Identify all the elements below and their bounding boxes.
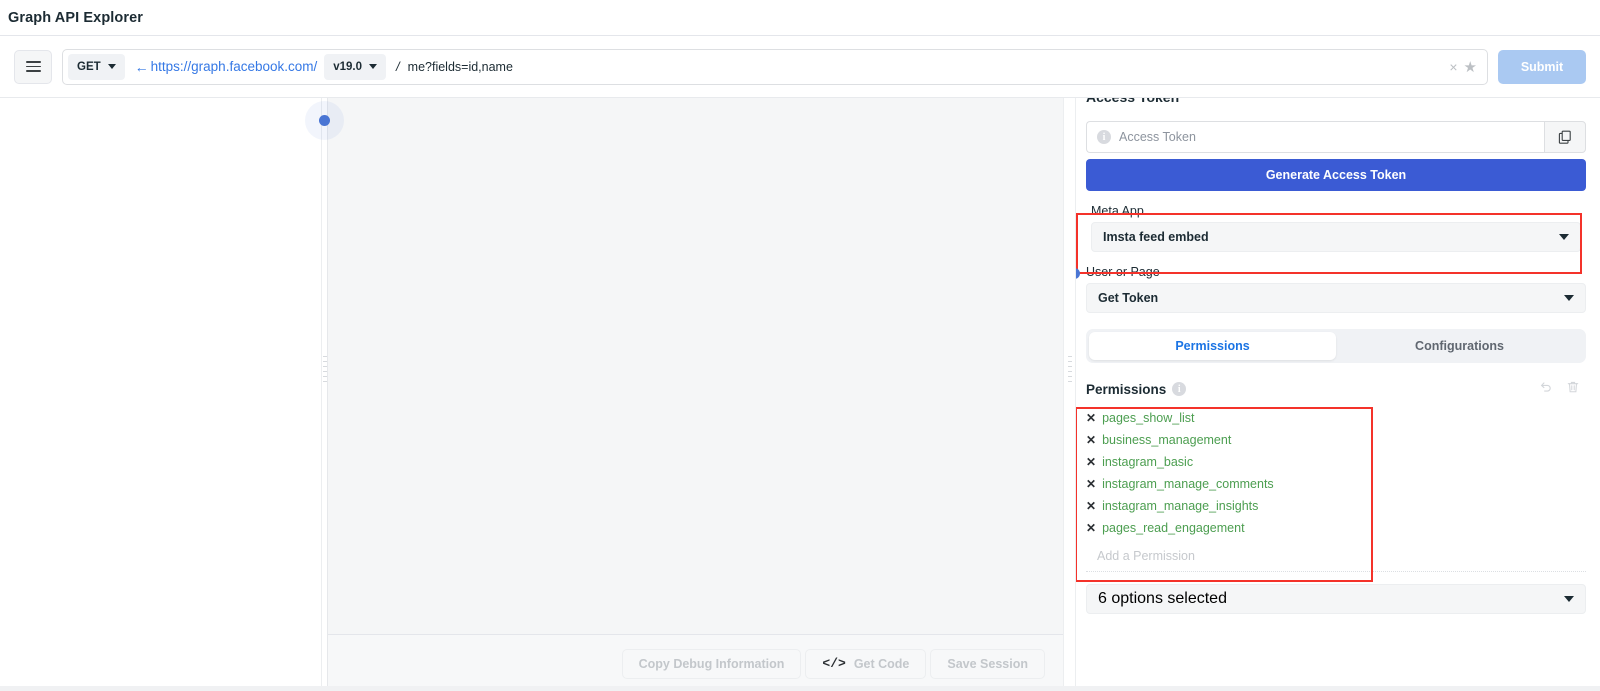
- star-icon[interactable]: ★: [1464, 58, 1483, 76]
- main-body: Copy Debug Information </> Get Code Save…: [0, 98, 1600, 691]
- list-item[interactable]: ✕ instagram_manage_comments: [1086, 473, 1586, 495]
- permission-name: instagram_basic: [1102, 455, 1194, 469]
- meta-app-value: Imsta feed embed: [1103, 230, 1209, 244]
- permission-name: business_management: [1102, 433, 1232, 447]
- remove-permission-icon[interactable]: ✕: [1086, 456, 1096, 468]
- http-method-select[interactable]: GET: [68, 53, 125, 80]
- hamburger-icon[interactable]: [14, 49, 52, 84]
- remove-permission-icon[interactable]: ✕: [1086, 412, 1096, 424]
- submit-button[interactable]: Submit: [1498, 49, 1586, 84]
- response-panel: Copy Debug Information </> Get Code Save…: [328, 98, 1064, 691]
- copy-icon[interactable]: [1544, 121, 1586, 153]
- response-body: [328, 98, 1063, 634]
- options-selected-value: 6 options selected: [1098, 590, 1227, 607]
- http-method-value: GET: [77, 60, 101, 73]
- bottom-strip: [0, 686, 1600, 691]
- settings-tabs: Permissions Configurations: [1086, 329, 1586, 363]
- user-or-page-label: User or Page: [1086, 265, 1160, 279]
- list-item[interactable]: ✕ business_management: [1086, 429, 1586, 451]
- meta-app-label: Meta App: [1091, 204, 1144, 218]
- resize-grip-icon: [1068, 356, 1072, 382]
- info-icon: i: [1097, 130, 1111, 144]
- permissions-title-label: Permissions: [1086, 381, 1167, 397]
- remove-permission-icon[interactable]: ✕: [1086, 434, 1096, 446]
- permission-name: pages_read_engagement: [1102, 521, 1245, 535]
- chevron-down-icon: [1564, 596, 1574, 602]
- page-title: Graph API Explorer: [8, 9, 144, 26]
- get-code-button[interactable]: </> Get Code: [805, 648, 927, 679]
- options-selected-select[interactable]: 6 options selected: [1086, 584, 1586, 614]
- remove-permission-icon[interactable]: ✕: [1086, 522, 1096, 534]
- cursor-indicator-meta-app: [1076, 268, 1080, 279]
- permissions-title: Permissions i: [1086, 381, 1187, 397]
- access-token-row: i: [1086, 121, 1586, 153]
- query-bar: GET ← https://graph.facebook.com/ v19.0 …: [0, 36, 1600, 98]
- chevron-down-icon: [369, 64, 378, 69]
- chevron-down-icon: [1559, 234, 1569, 240]
- permission-name: instagram_manage_insights: [1102, 499, 1259, 513]
- api-version-select[interactable]: v19.0: [324, 53, 387, 80]
- query-path-input[interactable]: [407, 59, 1444, 74]
- chevron-down-icon: [107, 64, 116, 69]
- save-session-button[interactable]: Save Session: [930, 648, 1045, 679]
- permission-name: instagram_manage_comments: [1102, 477, 1274, 491]
- access-token-heading: Access Token: [1086, 98, 1586, 111]
- undo-icon[interactable]: [1539, 380, 1553, 399]
- tab-permissions[interactable]: Permissions: [1089, 332, 1336, 360]
- tab-configurations[interactable]: Configurations: [1336, 332, 1583, 360]
- remove-permission-icon[interactable]: ✕: [1086, 500, 1096, 512]
- permission-name: pages_show_list: [1102, 411, 1195, 425]
- settings-panel: Access Token i Generate Access Token Met…: [1064, 98, 1600, 691]
- settings-content: Access Token i Generate Access Token Met…: [1076, 98, 1600, 691]
- permissions-header: Permissions i: [1086, 379, 1586, 399]
- list-item[interactable]: ✕ instagram_manage_insights: [1086, 495, 1586, 517]
- chevron-down-icon: [1564, 295, 1574, 301]
- api-version-value: v19.0: [333, 60, 363, 73]
- get-code-label: Get Code: [853, 656, 910, 671]
- response-toolbar: Copy Debug Information </> Get Code Save…: [328, 634, 1063, 691]
- trash-icon[interactable]: [1566, 380, 1580, 399]
- list-item[interactable]: ✕ instagram_basic: [1086, 451, 1586, 473]
- code-icon: </>: [822, 656, 846, 671]
- access-token-input[interactable]: [1119, 130, 1544, 144]
- list-item[interactable]: ✕ pages_show_list: [1086, 407, 1586, 429]
- add-permission-placeholder[interactable]: Add a Permission: [1086, 549, 1586, 567]
- user-or-page-select[interactable]: Get Token: [1086, 283, 1586, 313]
- meta-app-block: Meta App Imsta feed embed: [1086, 191, 1586, 256]
- meta-app-select[interactable]: Imsta feed embed: [1091, 222, 1581, 252]
- base-url-label: https://graph.facebook.com/: [150, 59, 318, 74]
- copy-debug-information-button[interactable]: Copy Debug Information: [621, 648, 802, 679]
- app-header: Graph API Explorer: [0, 0, 1600, 35]
- generate-access-token-button[interactable]: Generate Access Token: [1086, 159, 1586, 191]
- access-token-field-wrap: i: [1086, 121, 1544, 153]
- url-composer: GET ← https://graph.facebook.com/ v19.0 …: [62, 48, 1488, 85]
- clear-icon[interactable]: ×: [1443, 59, 1463, 75]
- info-icon: i: [1172, 382, 1187, 396]
- user-or-page-value: Get Token: [1098, 291, 1159, 305]
- save-session-label: Save Session: [947, 656, 1028, 671]
- left-panel: [0, 98, 322, 691]
- permissions-list: ✕ pages_show_list ✕ business_management …: [1086, 407, 1586, 539]
- list-item[interactable]: ✕ pages_read_engagement: [1086, 517, 1586, 539]
- divider: [1086, 571, 1586, 572]
- path-separator: /: [396, 59, 400, 74]
- permissions-tools: [1539, 380, 1586, 399]
- back-arrow-icon[interactable]: ←: [135, 59, 149, 75]
- remove-permission-icon[interactable]: ✕: [1086, 478, 1096, 490]
- resize-grip-icon: [323, 356, 327, 382]
- copy-debug-label: Copy Debug Information: [638, 656, 785, 671]
- right-resize-handle[interactable]: [1064, 98, 1076, 691]
